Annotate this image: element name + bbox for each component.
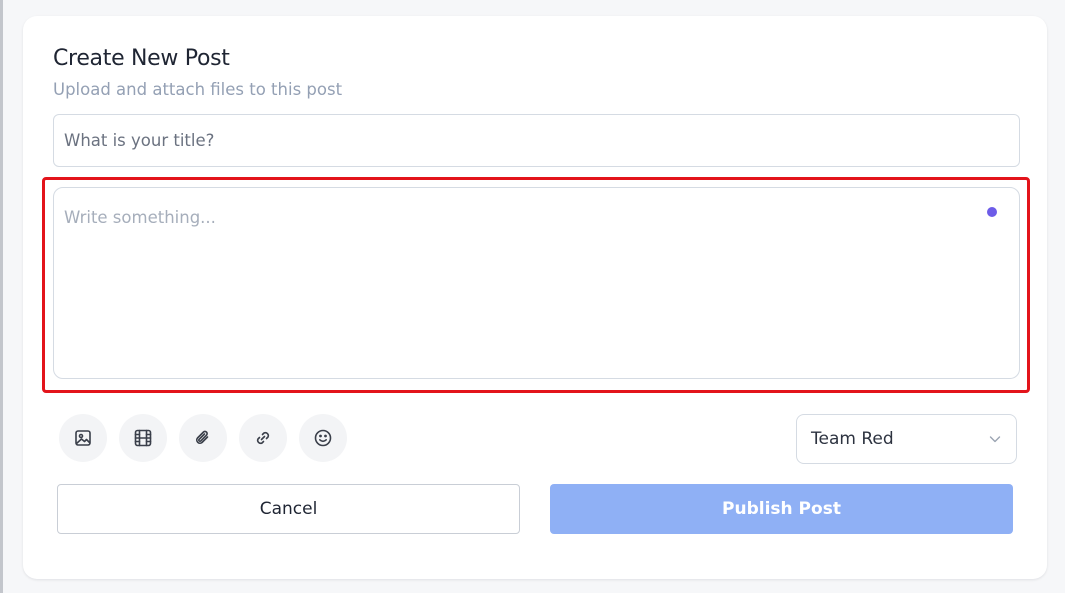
emoji-icon bbox=[314, 429, 332, 447]
video-icon bbox=[134, 429, 152, 447]
page-subtitle: Upload and attach files to this post bbox=[53, 80, 343, 99]
title-input[interactable] bbox=[53, 114, 1020, 167]
team-select[interactable]: Team Red bbox=[796, 414, 1017, 464]
publish-post-button[interactable]: Publish Post bbox=[550, 484, 1013, 534]
insert-link-button[interactable] bbox=[239, 414, 287, 462]
left-edge-rule bbox=[0, 0, 3, 593]
attach-file-button[interactable] bbox=[179, 414, 227, 462]
insert-video-button[interactable] bbox=[119, 414, 167, 462]
cancel-button[interactable]: Cancel bbox=[57, 484, 520, 534]
create-post-card: Create New Post Upload and attach files … bbox=[23, 16, 1047, 579]
image-icon bbox=[75, 430, 91, 446]
team-select-value: Team Red bbox=[811, 429, 894, 449]
paperclip-icon bbox=[196, 430, 209, 444]
insert-image-button[interactable] bbox=[59, 414, 107, 462]
page-title: Create New Post bbox=[53, 46, 230, 71]
body-textarea[interactable] bbox=[53, 187, 1020, 379]
chevron-down-icon bbox=[989, 436, 1001, 443]
insert-emoji-button[interactable] bbox=[299, 414, 347, 462]
link-icon bbox=[256, 431, 270, 445]
status-dot bbox=[987, 207, 997, 217]
